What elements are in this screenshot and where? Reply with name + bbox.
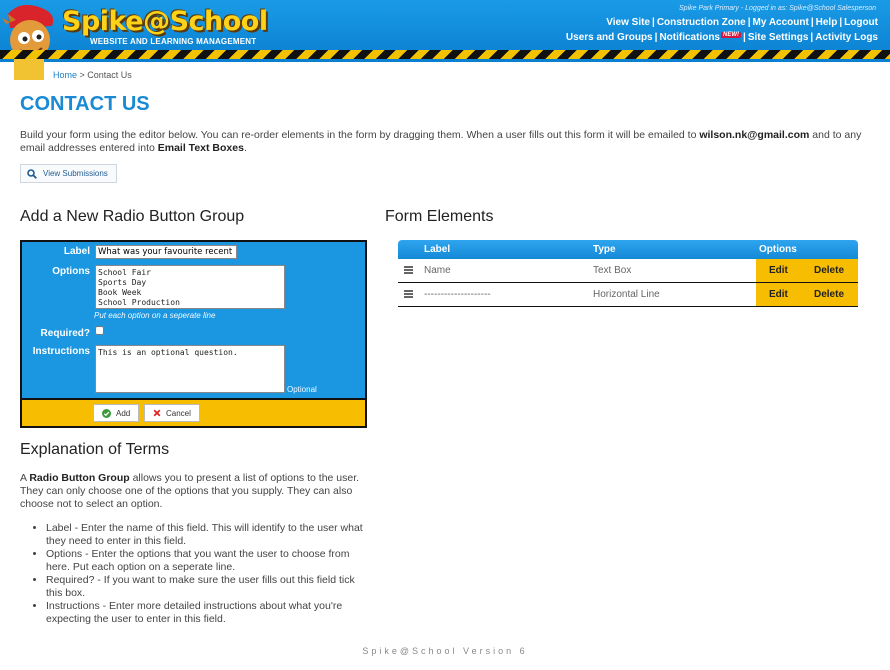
- top-nav-secondary: Users and Groups | Notifications NEW! | Site …: [565, 32, 878, 43]
- label-field-label: Label: [63, 246, 90, 257]
- explanation-prefix: A: [20, 472, 30, 484]
- list-item: Instructions - Enter more detailed instr…: [46, 600, 370, 626]
- drag-handle-icon[interactable]: [404, 290, 413, 298]
- x-icon: [153, 409, 161, 417]
- instructions-textarea[interactable]: This is an optional question.: [95, 345, 285, 393]
- nav-activity-logs[interactable]: Activity Logs: [815, 32, 878, 43]
- options-field-label: Options: [52, 266, 90, 277]
- form-elements-table: Label Type Options Name Text Box Edit De…: [398, 240, 858, 307]
- add-button-label: Add: [116, 408, 131, 418]
- form-elements-header: Label Type Options: [398, 240, 858, 259]
- list-item: Label - Enter the name of this field. Th…: [46, 522, 370, 548]
- mascot-icon: [2, 4, 54, 80]
- table-row[interactable]: -------------------- Horizontal Line Edi…: [398, 283, 858, 307]
- options-textarea[interactable]: School Fair Sports Day Book Week School …: [95, 265, 285, 309]
- nav-view-site[interactable]: View Site: [606, 17, 650, 28]
- optional-hint: Optional: [287, 385, 317, 394]
- hazard-stripe: [0, 50, 890, 59]
- label-input[interactable]: [95, 245, 237, 259]
- row-type: Text Box: [593, 265, 632, 276]
- cancel-button-label: Cancel: [166, 408, 191, 418]
- list-item: Required? - If you want to make sure the…: [46, 574, 370, 600]
- explanation-title: Explanation of Terms: [20, 441, 170, 458]
- options-hint: Put each option on a seperate line: [94, 311, 216, 320]
- view-submissions-label: View Submissions: [43, 169, 108, 178]
- nav-help[interactable]: Help: [816, 17, 838, 28]
- row-label: --------------------: [424, 289, 491, 300]
- intro-part3: .: [243, 142, 247, 154]
- row-options: Edit Delete: [756, 283, 858, 306]
- header-options: Options: [759, 244, 797, 255]
- breadcrumb: Home > Contact Us: [53, 70, 132, 80]
- list-item: Options - Enter the options that you wan…: [46, 548, 370, 574]
- header-label: Label: [424, 244, 451, 255]
- delete-button[interactable]: Delete: [814, 289, 844, 300]
- new-badge: NEW!: [721, 32, 741, 38]
- check-icon: [102, 408, 111, 418]
- radio-section-title: Add a New Radio Button Group: [20, 208, 245, 225]
- radio-group-form: Label Options School Fair Sports Day Boo…: [20, 240, 367, 428]
- drag-handle-icon[interactable]: [404, 266, 413, 274]
- logo-subtitle: WEBSITE AND LEARNING MANAGEMENT: [90, 37, 257, 46]
- search-icon: [27, 168, 37, 179]
- intro-part1: Build your form using the editor below. …: [20, 129, 700, 141]
- logged-in-status: Spike Park Primary - Logged in as: Spike…: [679, 5, 876, 12]
- edit-button[interactable]: Edit: [769, 265, 788, 276]
- nav-construction-zone[interactable]: Construction Zone: [657, 17, 746, 28]
- explanation-term: Radio Button Group: [29, 472, 130, 484]
- cancel-button[interactable]: Cancel: [144, 404, 200, 422]
- nav-users-and-groups[interactable]: Users and Groups: [566, 32, 653, 43]
- logo[interactable]: Spike@School: [62, 6, 268, 37]
- row-type: Horizontal Line: [593, 289, 660, 300]
- edit-button[interactable]: Edit: [769, 289, 788, 300]
- breadcrumb-home[interactable]: Home: [53, 70, 77, 80]
- required-checkbox[interactable]: [95, 326, 104, 335]
- view-submissions-button[interactable]: View Submissions: [20, 164, 117, 183]
- table-row[interactable]: Name Text Box Edit Delete: [398, 259, 858, 283]
- nav-my-account[interactable]: My Account: [753, 17, 809, 28]
- form-actions: Add Cancel: [22, 398, 365, 426]
- explanation-text: A Radio Button Group allows you to prese…: [20, 472, 370, 626]
- intro-email-text-boxes: Email Text Boxes: [157, 142, 244, 154]
- instructions-field-label: Instructions: [32, 346, 90, 357]
- explanation-list: Label - Enter the name of this field. Th…: [46, 522, 370, 626]
- nav-site-settings[interactable]: Site Settings: [748, 32, 809, 43]
- header-type: Type: [593, 244, 616, 255]
- breadcrumb-separator: >: [77, 70, 88, 80]
- top-nav: View Site | Construction Zone | My Account | H…: [606, 17, 878, 28]
- footer-version: Spike@School Version 6: [362, 646, 528, 656]
- add-button[interactable]: Add: [93, 404, 140, 422]
- intro-text: Build your form using the editor below. …: [20, 129, 880, 155]
- row-label: Name: [424, 265, 451, 276]
- intro-email: wilson.nk@gmail.com: [699, 129, 810, 141]
- nav-notifications[interactable]: Notifications: [659, 32, 720, 43]
- delete-button[interactable]: Delete: [814, 265, 844, 276]
- form-elements-title: Form Elements: [385, 208, 494, 225]
- explanation-paragraph: A Radio Button Group allows you to prese…: [20, 472, 370, 511]
- row-options: Edit Delete: [756, 259, 858, 282]
- site-header: Spike@School WEBSITE AND LEARNING MANAGE…: [0, 0, 890, 80]
- required-field-label: Required?: [40, 328, 90, 339]
- page-title: CONTACT US: [20, 93, 150, 115]
- nav-logout[interactable]: Logout: [844, 17, 878, 28]
- breadcrumb-current: Contact Us: [87, 70, 132, 80]
